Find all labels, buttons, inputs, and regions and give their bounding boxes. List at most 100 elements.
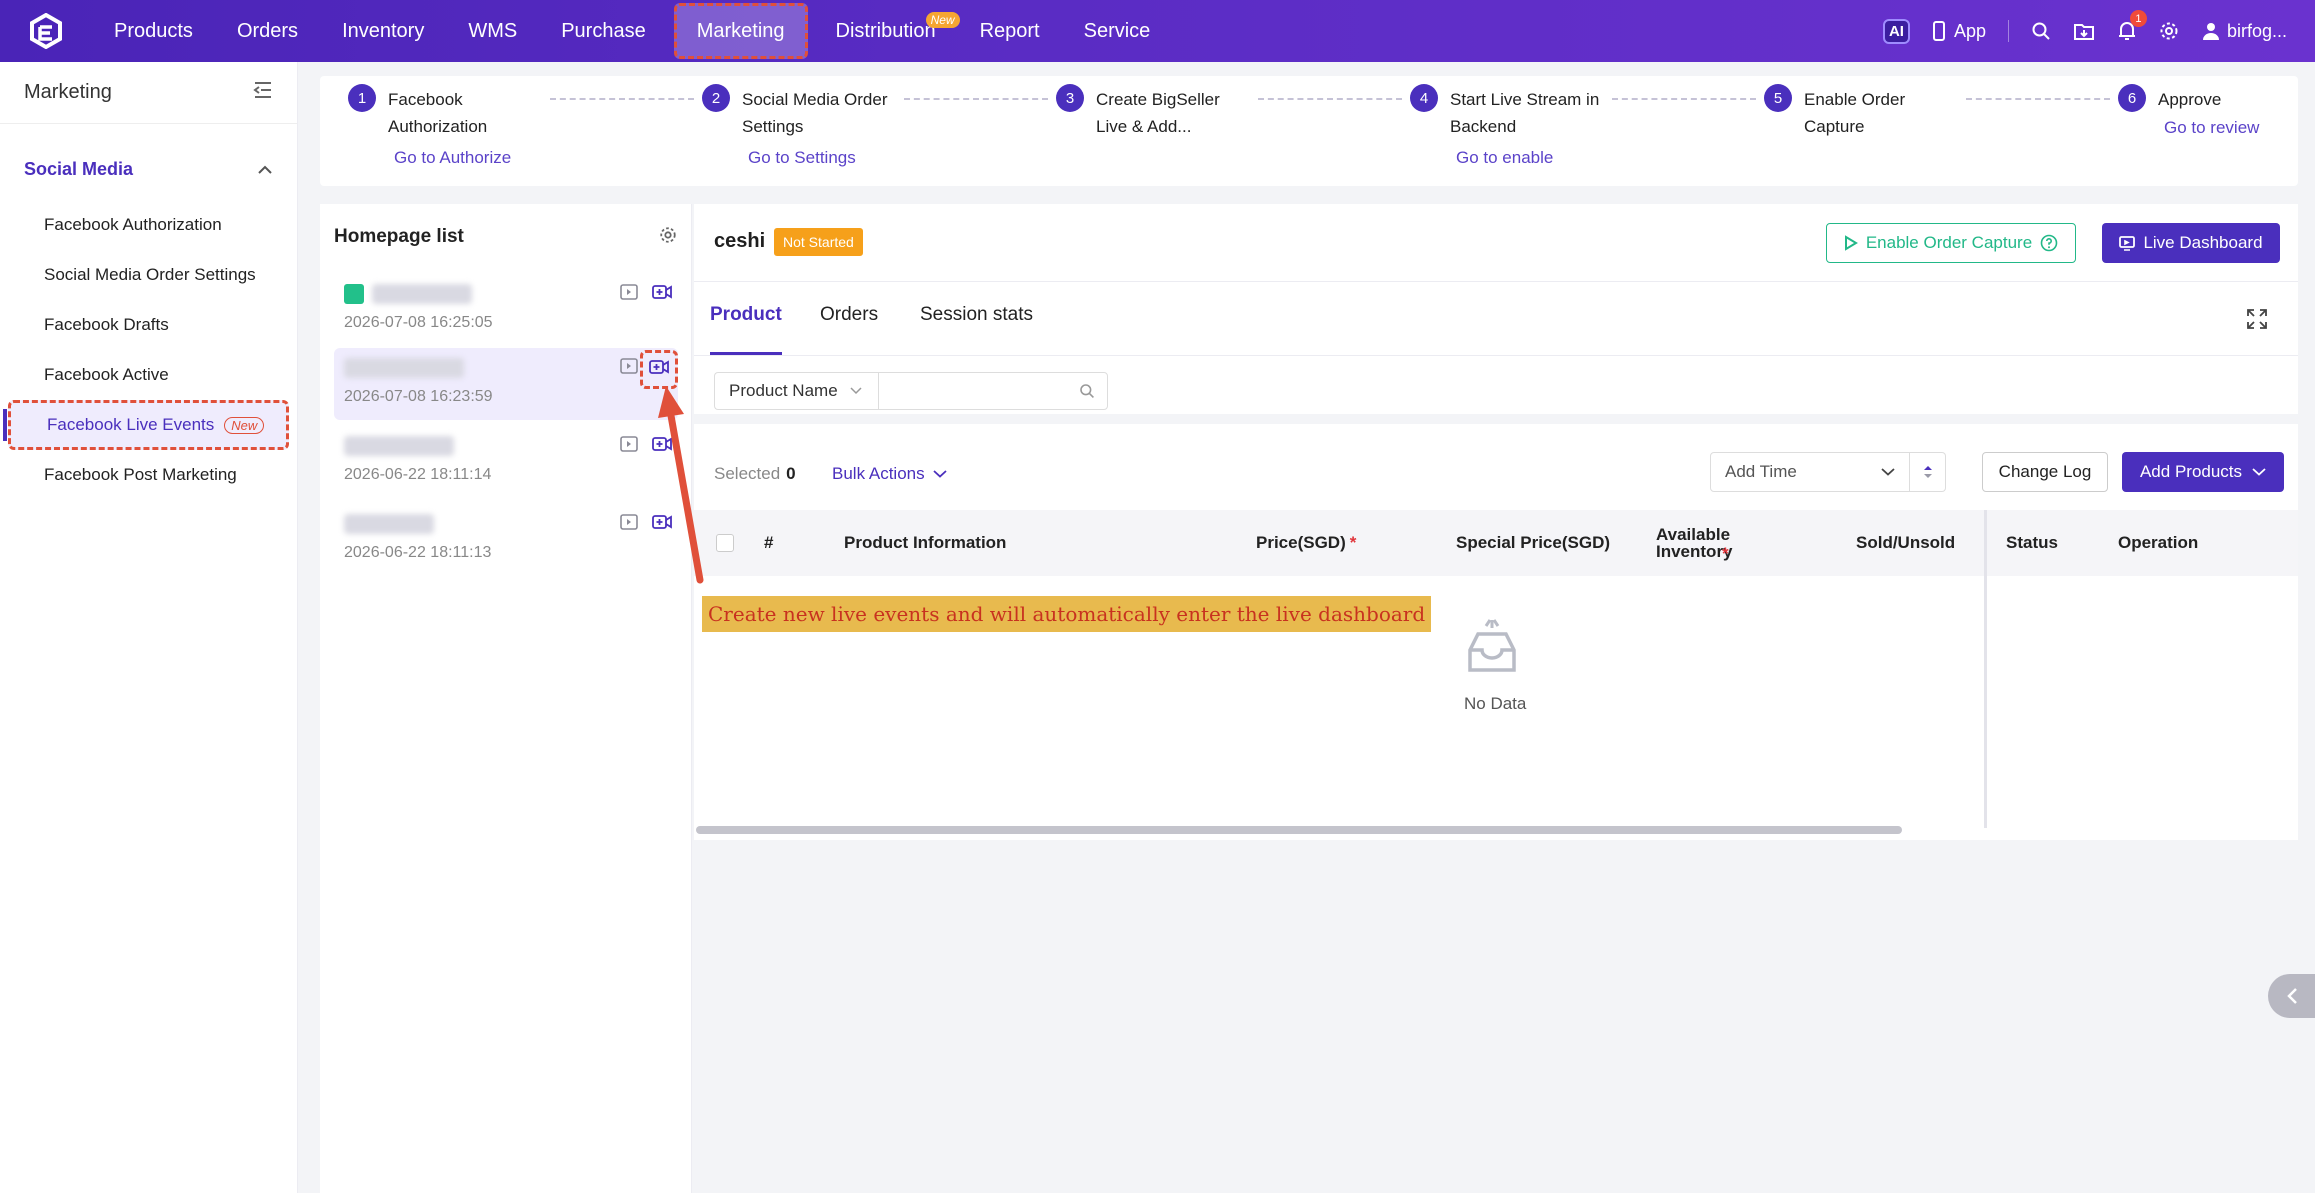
nav-service[interactable]: Service <box>1062 0 1173 62</box>
new-badge: New <box>224 416 265 434</box>
help-circle-icon[interactable] <box>2040 234 2058 252</box>
video-list-icon[interactable] <box>620 436 638 457</box>
enable-order-capture-label: Enable Order Capture <box>1865 233 2033 252</box>
collapse-menu-icon[interactable] <box>253 81 273 105</box>
empty-state-text: No Data <box>1464 694 1527 713</box>
search-icon[interactable] <box>1079 383 1095 399</box>
top-navigation: Products Orders Inventory WMS Purchase M… <box>0 0 2315 62</box>
nav-distribution-label: Distribution <box>835 19 936 42</box>
nav-wms[interactable]: WMS <box>446 0 539 62</box>
sort-field-label: Add Time <box>1725 462 1797 481</box>
column-index: # <box>764 533 774 552</box>
create-live-event-icon[interactable] <box>640 350 678 389</box>
bigseller-logo[interactable] <box>24 9 68 53</box>
sidebar-item-social-media-order-settings[interactable]: Social Media Order Settings <box>0 250 297 300</box>
homepage-row[interactable]: 2026-06-22 18:11:14 <box>334 426 678 498</box>
app-button[interactable]: App <box>1932 21 1986 42</box>
nav-marketing[interactable]: Marketing <box>673 3 808 59</box>
nav-inventory[interactable]: Inventory <box>320 0 446 62</box>
product-search-input[interactable] <box>878 372 1108 410</box>
create-live-event-icon[interactable] <box>652 436 672 457</box>
setup-steps: 1 Facebook Authorization Go to Authorize… <box>320 76 2298 186</box>
sidebar-item-facebook-drafts[interactable]: Facebook Drafts <box>0 300 297 350</box>
go-to-review-link[interactable]: Go to review <box>2164 118 2259 138</box>
ai-button[interactable]: AI <box>1882 18 1910 44</box>
blurred-page-name <box>344 436 454 456</box>
video-list-icon[interactable] <box>620 284 638 305</box>
settings-gear-icon[interactable] <box>659 226 677 249</box>
go-to-enable-link[interactable]: Go to enable <box>1456 148 1553 168</box>
horizontal-scrollbar[interactable] <box>696 826 1902 834</box>
bell-icon[interactable]: 1 <box>2117 10 2147 42</box>
nav-orders-label: Orders <box>236 19 299 42</box>
sidebar-item-label: Social Media Order Settings <box>44 265 256 284</box>
nav-marketing-label: Marketing <box>696 19 785 42</box>
nav-distribution[interactable]: Distribution New <box>814 0 960 62</box>
change-log-button[interactable]: Change Log <box>1982 452 2108 492</box>
bulk-actions-label: Bulk Actions <box>832 464 925 483</box>
nav-report[interactable]: Report <box>958 0 1062 62</box>
sidebar-group-social-media[interactable]: Social Media <box>0 138 297 200</box>
folder-download-icon[interactable] <box>2073 21 2095 41</box>
sort-arrows-icon <box>1923 466 1932 478</box>
step-number: 3 <box>1056 84 1084 112</box>
user-menu[interactable]: birfog... <box>2201 21 2287 42</box>
video-list-icon[interactable] <box>620 358 638 379</box>
sidebar-item-label: Facebook Drafts <box>44 315 169 334</box>
column-label: Price(SGD) <box>1256 533 1346 552</box>
sidebar-item-facebook-live-events[interactable]: Facebook Live Events New <box>3 400 289 450</box>
selected-count: Selected 0 <box>714 464 796 484</box>
left-sidebar: Marketing Social Media Facebook Authoriz… <box>0 62 298 1193</box>
tab-product[interactable]: Product <box>710 304 782 326</box>
homepage-row[interactable]: 2026-06-22 18:11:13 <box>334 504 678 576</box>
sidebar-item-facebook-post-marketing[interactable]: Facebook Post Marketing <box>0 450 297 500</box>
settings-gear-icon[interactable] <box>2159 21 2179 41</box>
homepage-row[interactable]: 2026-07-08 16:25:05 <box>334 274 678 346</box>
sort-field-select[interactable]: Add Time <box>1710 452 1910 492</box>
nav-purchase[interactable]: Purchase <box>539 0 668 62</box>
required-marker: * <box>1349 533 1357 552</box>
step-title: Facebook Authorization <box>388 90 488 136</box>
bulk-actions-dropdown[interactable]: Bulk Actions <box>832 464 947 484</box>
step-connector <box>1612 98 1756 100</box>
add-products-button[interactable]: Add Products <box>2122 452 2284 492</box>
phone-icon <box>1932 21 1945 41</box>
select-all-checkbox[interactable] <box>716 534 734 552</box>
tab-session-stats[interactable]: Session stats <box>920 304 1033 326</box>
notification-badge: 1 <box>2129 10 2147 27</box>
create-live-event-icon[interactable] <box>652 514 672 535</box>
blurred-page-name <box>344 514 434 534</box>
fullscreen-expand-icon[interactable] <box>2246 308 2268 335</box>
step-number: 1 <box>348 84 376 112</box>
search-icon[interactable] <box>2031 21 2051 41</box>
create-live-event-icon[interactable] <box>652 284 672 305</box>
live-dashboard-button[interactable]: Live Dashboard <box>2102 223 2280 263</box>
event-header: ceshi Not Started Enable Order Capture L… <box>694 204 2298 282</box>
column-price: Price(SGD) * <box>1256 510 1356 576</box>
user-name: birfog... <box>2226 20 2287 41</box>
video-list-icon[interactable] <box>620 514 638 535</box>
enable-order-capture-button[interactable]: Enable Order Capture <box>1826 223 2076 263</box>
collapse-side-panel-handle[interactable] <box>2268 974 2315 1018</box>
sidebar-item-facebook-authorization[interactable]: Facebook Authorization <box>0 200 297 250</box>
sidebar-group-label: Social Media <box>24 158 134 179</box>
nav-orders[interactable]: Orders <box>215 0 320 62</box>
sidebar-header: Marketing <box>0 62 297 124</box>
nav-products-label: Products <box>114 19 193 42</box>
homepage-list-title: Homepage list <box>334 226 464 247</box>
event-name: ceshi <box>714 230 766 252</box>
tab-orders[interactable]: Orders <box>820 304 878 326</box>
go-to-authorize-link[interactable]: Go to Authorize <box>394 148 511 168</box>
nav-products[interactable]: Products <box>92 0 215 62</box>
empty-lower-area <box>694 850 2298 1193</box>
filter-field-select[interactable]: Product Name <box>714 372 878 410</box>
tutorial-annotation: Create new live events and will automati… <box>702 596 1432 632</box>
row-timestamp: 2026-07-08 16:23:59 <box>344 388 493 405</box>
sort-direction-toggle[interactable] <box>1910 452 1946 492</box>
homepage-list-panel: Homepage list 2026-07-08 16:25:05 2026-0… <box>320 204 692 1193</box>
go-to-settings-link[interactable]: Go to Settings <box>748 148 856 168</box>
filter-bar: Product Name <box>694 356 2298 424</box>
table-header: # Product Information Price(SGD) * Specia… <box>694 510 2298 576</box>
homepage-row[interactable]: 2026-07-08 16:23:59 <box>334 348 678 420</box>
sidebar-item-facebook-active[interactable]: Facebook Active <box>0 350 297 400</box>
